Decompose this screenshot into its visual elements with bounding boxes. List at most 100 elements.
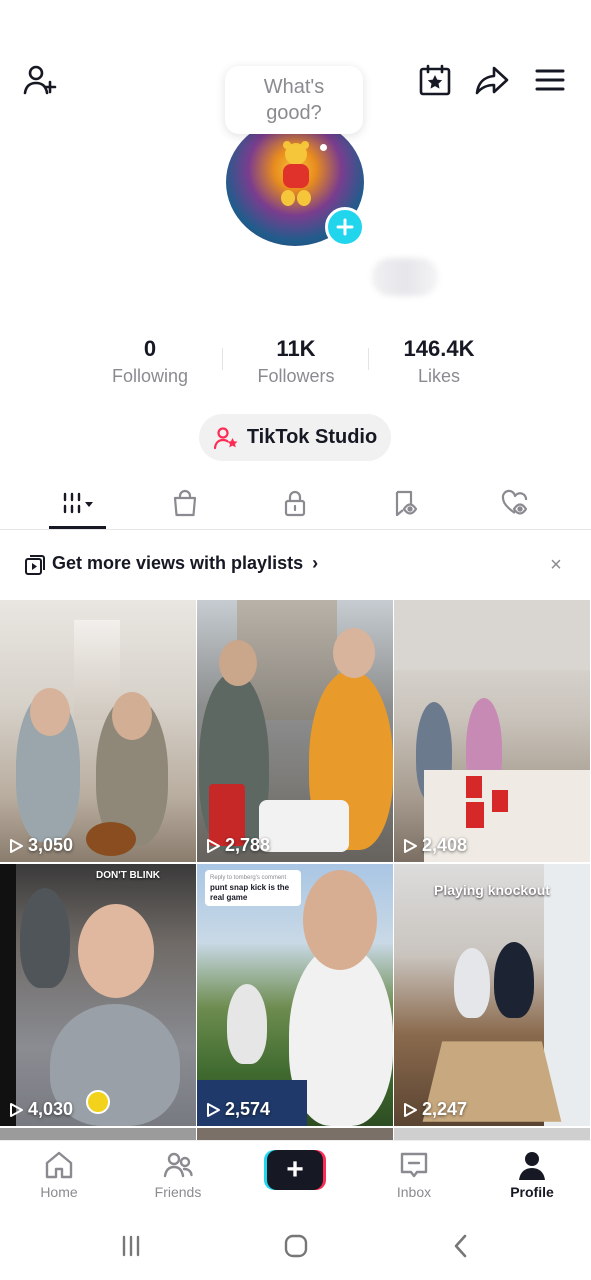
video-tile[interactable]: DON'T BLINK 4,030 bbox=[0, 864, 196, 1126]
red-cup bbox=[466, 776, 482, 798]
tab-saved[interactable] bbox=[365, 478, 445, 528]
person-face bbox=[303, 870, 377, 970]
person-face bbox=[333, 628, 375, 678]
person-face bbox=[30, 688, 70, 736]
nav-profile[interactable]: Profile bbox=[482, 1149, 582, 1201]
close-icon[interactable]: × bbox=[544, 553, 568, 577]
play-icon bbox=[10, 1102, 23, 1117]
playlist-banner-label: Get more views with playlists bbox=[52, 553, 304, 573]
nav-label: Friends bbox=[154, 1184, 202, 1200]
stat-label: Likes bbox=[417, 366, 461, 386]
reply-title: Reply to tomberg's comment bbox=[210, 875, 287, 881]
nav-home[interactable]: Home bbox=[9, 1149, 109, 1201]
chevron-right-icon: › bbox=[312, 553, 319, 573]
ceiling bbox=[394, 600, 590, 670]
system-navigation bbox=[0, 1210, 591, 1280]
profile-stats: 0 Following 11K Followers 146.4K Likes bbox=[0, 336, 591, 392]
status-bubble-text: What's good? bbox=[263, 76, 325, 124]
tab-private[interactable] bbox=[255, 478, 335, 528]
tab-videos[interactable] bbox=[38, 478, 118, 528]
plus-icon[interactable] bbox=[325, 207, 365, 247]
red-cup bbox=[466, 802, 484, 828]
view-count: 2,788 bbox=[205, 835, 270, 856]
stat-following[interactable]: 0 Following bbox=[75, 336, 225, 388]
videos-grid-icon bbox=[63, 492, 93, 514]
home-icon bbox=[45, 1151, 73, 1179]
username-redacted bbox=[372, 258, 438, 296]
status-bubble[interactable]: What's good? bbox=[225, 66, 363, 134]
playlist-icon bbox=[25, 555, 45, 575]
status-bar bbox=[0, 0, 591, 40]
view-count-value: 2,408 bbox=[422, 835, 468, 855]
profile-icon bbox=[519, 1152, 545, 1180]
video-tile[interactable]: 2,408 bbox=[394, 600, 590, 862]
video-grid: 3,050 2,788 2,408 DON'T BLINK 4,030 Repl… bbox=[0, 600, 591, 1140]
view-count: 2,247 bbox=[402, 1099, 467, 1120]
play-icon bbox=[207, 838, 220, 853]
friends-icon bbox=[163, 1152, 193, 1178]
video-tile[interactable]: Playing knockout 2,247 bbox=[394, 864, 590, 1126]
view-count-value: 2,788 bbox=[225, 835, 271, 855]
create-icon: + bbox=[267, 1150, 323, 1190]
nav-label: Inbox bbox=[396, 1184, 432, 1200]
food-box bbox=[259, 800, 349, 852]
bottom-navigation: Home Friends + Inbox Profile bbox=[0, 1140, 591, 1210]
view-count-value: 4,030 bbox=[28, 1099, 74, 1119]
person-figure bbox=[20, 888, 70, 988]
play-icon bbox=[10, 838, 23, 853]
saved-icon bbox=[395, 490, 418, 517]
reply-text: punt snap kick is the real game bbox=[210, 883, 290, 902]
nav-label: Home bbox=[40, 1184, 78, 1200]
view-count: 2,574 bbox=[205, 1099, 270, 1120]
tab-liked[interactable] bbox=[475, 478, 555, 528]
play-icon bbox=[404, 838, 417, 853]
inbox-icon bbox=[400, 1152, 428, 1178]
filter-icon bbox=[86, 1090, 110, 1114]
view-count: 3,050 bbox=[8, 835, 73, 856]
window bbox=[544, 864, 590, 1126]
video-tile-partial[interactable] bbox=[394, 1128, 590, 1140]
view-count: 2,408 bbox=[402, 835, 467, 856]
burger bbox=[86, 822, 136, 856]
video-tile-partial[interactable] bbox=[0, 1128, 196, 1140]
video-tile-partial[interactable] bbox=[197, 1128, 393, 1140]
stat-value: 0 bbox=[143, 336, 157, 361]
add-friend-icon[interactable] bbox=[18, 58, 62, 102]
stat-followers[interactable]: 11K Followers bbox=[221, 336, 371, 388]
menu-icon[interactable] bbox=[528, 58, 572, 102]
recent-apps-icon[interactable] bbox=[111, 1232, 151, 1260]
person-figure bbox=[494, 942, 534, 1018]
person-figure bbox=[227, 984, 267, 1064]
video-tile[interactable]: Reply to tomberg's comment punt snap kic… bbox=[197, 864, 393, 1126]
nav-friends[interactable]: Friends bbox=[128, 1149, 228, 1201]
video-tile[interactable]: 3,050 bbox=[0, 600, 196, 862]
calendar-star-icon[interactable] bbox=[413, 58, 457, 102]
view-count-value: 2,574 bbox=[225, 1099, 271, 1119]
home-button-icon[interactable] bbox=[276, 1232, 316, 1260]
liked-icon bbox=[501, 489, 528, 515]
dark-edge bbox=[0, 864, 16, 1126]
tab-shop[interactable] bbox=[145, 478, 225, 528]
play-icon bbox=[404, 1102, 417, 1117]
active-tab-indicator bbox=[49, 526, 106, 529]
view-count-value: 2,247 bbox=[422, 1099, 468, 1119]
video-caption: DON'T BLINK bbox=[95, 870, 161, 881]
back-icon[interactable] bbox=[442, 1232, 482, 1260]
bubble-pointer bbox=[320, 144, 327, 151]
playlist-banner[interactable]: Get more views with playlists › × bbox=[0, 540, 591, 590]
tiktok-studio-button[interactable]: TikTok Studio bbox=[199, 414, 391, 461]
lock-icon bbox=[284, 490, 306, 517]
nav-inbox[interactable]: Inbox bbox=[364, 1149, 464, 1201]
playlist-banner-text: Get more views with playlists › bbox=[52, 553, 318, 574]
stat-label: Following bbox=[111, 366, 189, 386]
person-figure bbox=[454, 948, 490, 1018]
video-tile[interactable]: 2,788 bbox=[197, 600, 393, 862]
red-cup bbox=[492, 790, 508, 812]
person-face bbox=[219, 640, 257, 686]
stat-likes[interactable]: 146.4K Likes bbox=[364, 336, 514, 388]
video-caption: Playing knockout bbox=[434, 882, 550, 898]
stat-value: 11K bbox=[276, 336, 316, 361]
create-button[interactable]: + bbox=[264, 1150, 326, 1190]
shop-bag-icon bbox=[173, 489, 197, 517]
share-icon[interactable] bbox=[470, 58, 514, 102]
